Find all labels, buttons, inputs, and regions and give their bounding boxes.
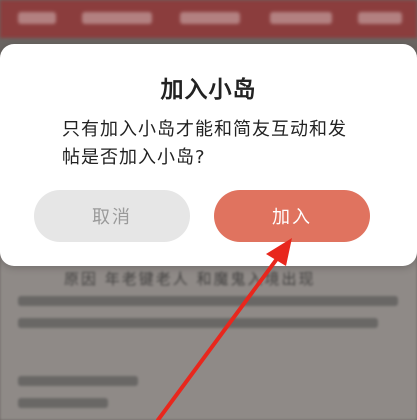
dialog-title: 加入小岛: [160, 77, 257, 103]
join-button[interactable]: 加入: [214, 190, 370, 242]
background-tab: [18, 12, 56, 24]
background-text-line: [18, 398, 108, 408]
background-text-line: [18, 318, 378, 328]
background-top-bar: [0, 0, 417, 38]
background-text-line: [18, 376, 138, 386]
cancel-button[interactable]: 取消: [34, 190, 190, 242]
background-tab: [358, 12, 402, 24]
background-article: 原因 年老键老人 和魔鬼入境出现: [0, 256, 417, 420]
join-island-dialog: 加入小岛 只有加入小岛才能和简友互动和发帖是否加入小岛? 取消 加入: [0, 44, 417, 266]
background-snippet: 原因 年老键老人 和魔鬼入境出现: [64, 270, 316, 288]
background-tab: [82, 12, 152, 24]
background-text-line: [18, 296, 398, 306]
dialog-message: 只有加入小岛才能和简友互动和发帖是否加入小岛?: [62, 119, 347, 168]
background-tab: [180, 12, 240, 24]
background-tab: [270, 12, 332, 24]
